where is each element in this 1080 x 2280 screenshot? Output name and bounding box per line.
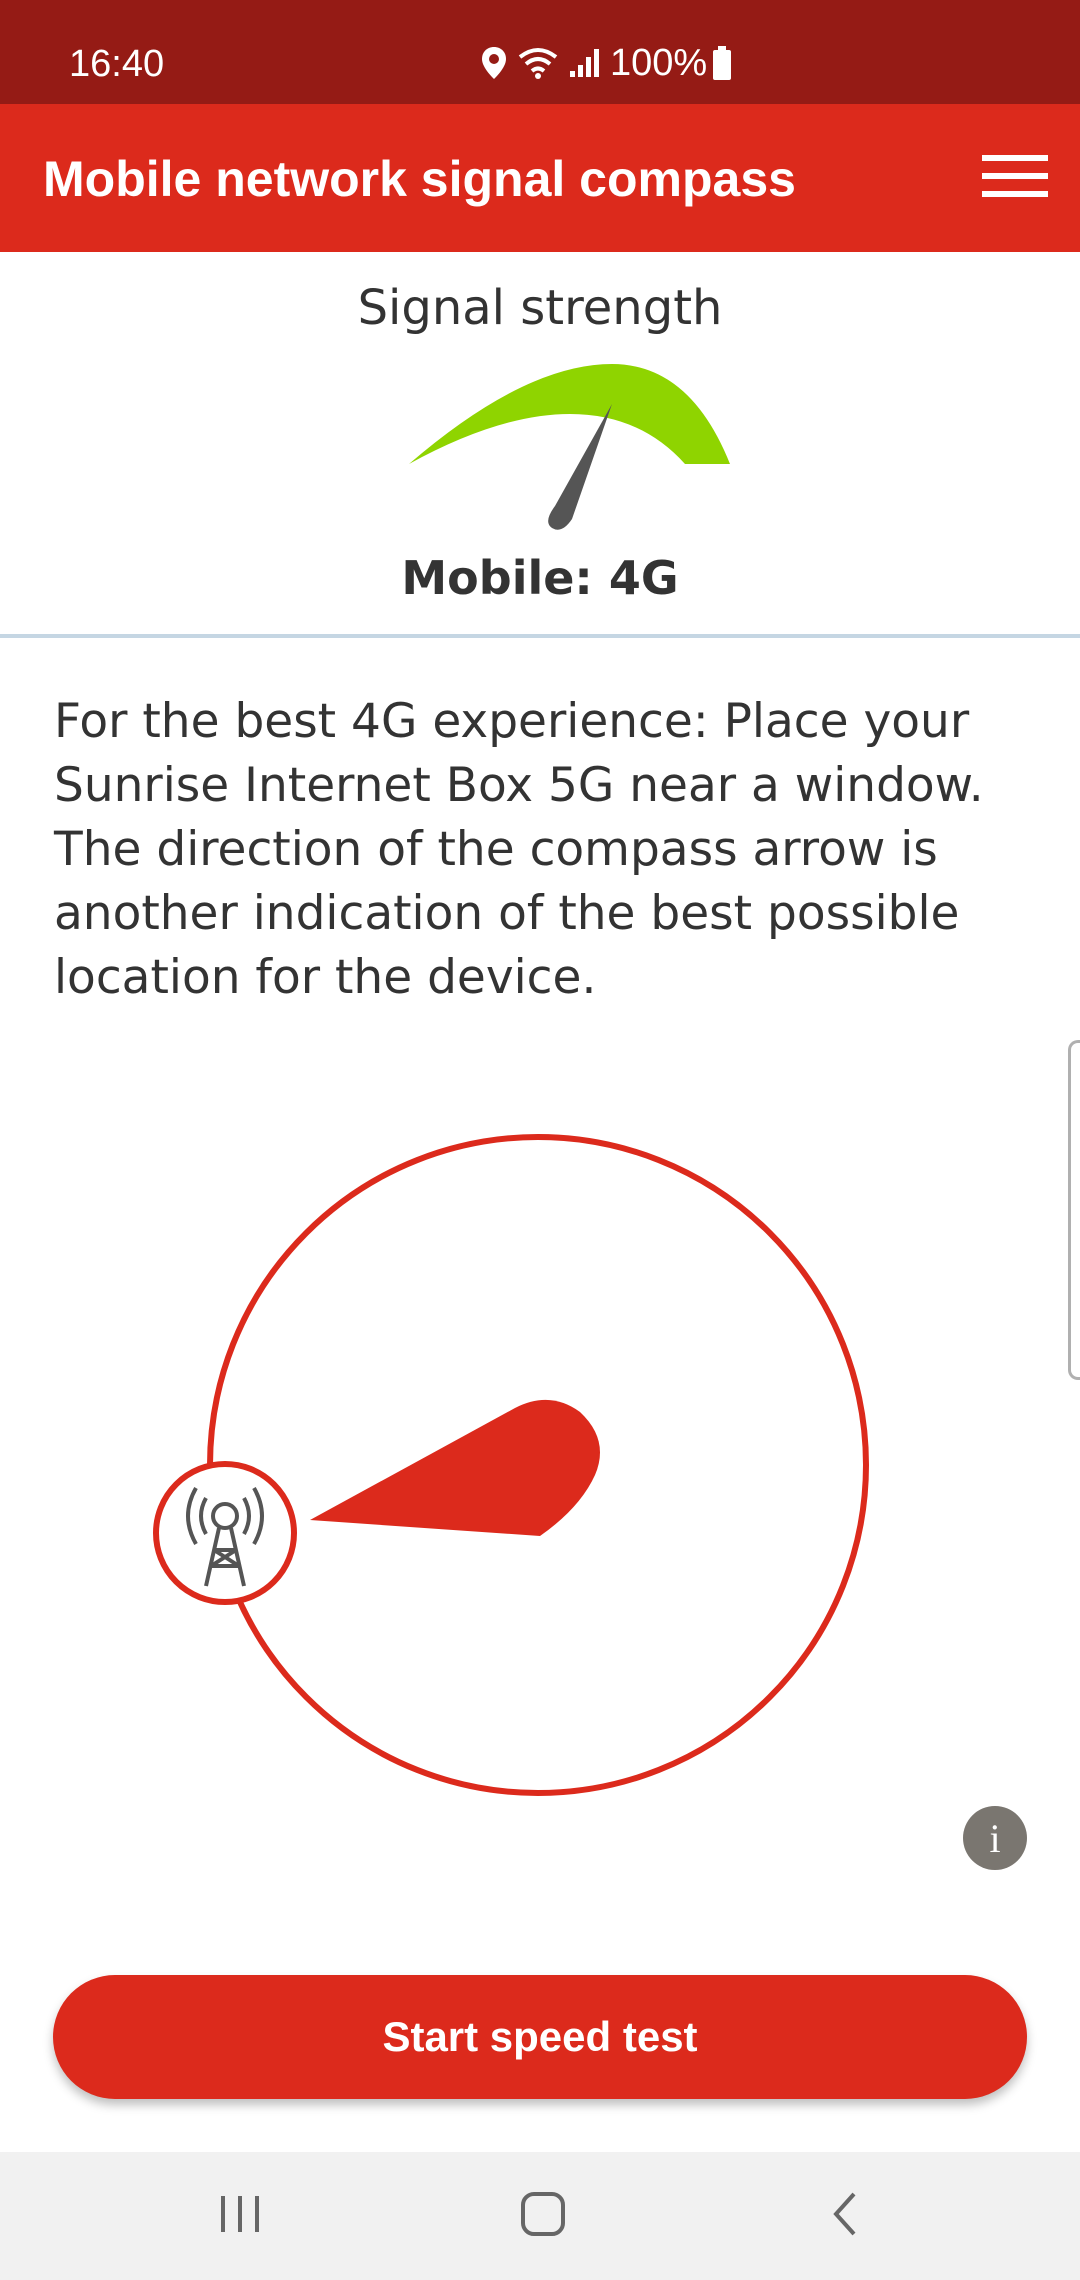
gauge-needle bbox=[548, 404, 612, 530]
location-icon bbox=[480, 45, 508, 81]
connection-type: Mobile: 4G bbox=[401, 551, 679, 605]
status-bar: 16:40 100% bbox=[0, 0, 1080, 104]
signal-compass bbox=[140, 1120, 880, 1824]
battery-icon bbox=[711, 45, 733, 81]
app-title: Mobile network signal compass bbox=[43, 151, 796, 207]
info-icon: i bbox=[989, 1815, 1001, 1861]
menu-button[interactable] bbox=[975, 148, 1055, 208]
cell-tower-marker bbox=[153, 1461, 297, 1605]
compass-arrow bbox=[310, 1399, 600, 1536]
signal-strength-panel: Signal strength Mobile: 4G bbox=[0, 252, 1080, 638]
recent-apps-button[interactable] bbox=[170, 2152, 310, 2280]
info-button[interactable]: i bbox=[963, 1806, 1027, 1870]
start-speed-test-button[interactable]: Start speed test bbox=[53, 1975, 1027, 2099]
app-bar: Mobile network signal compass bbox=[0, 104, 1080, 252]
battery-percentage: 100% bbox=[610, 41, 708, 84]
edge-panel-handle[interactable] bbox=[1068, 1040, 1080, 1380]
wifi-icon bbox=[516, 45, 560, 81]
signal-gauge bbox=[400, 354, 740, 548]
home-button[interactable] bbox=[473, 2152, 613, 2280]
instructions-text: For the best 4G experience: Place your S… bbox=[54, 694, 984, 1005]
recent-apps-icon bbox=[218, 2194, 262, 2238]
home-icon bbox=[520, 2191, 566, 2241]
status-time: 16:40 bbox=[69, 43, 165, 85]
system-navigation-bar bbox=[0, 2152, 1080, 2280]
signal-strength-label: Signal strength bbox=[357, 280, 723, 336]
gauge-arc bbox=[409, 364, 730, 464]
back-icon bbox=[830, 2191, 860, 2241]
back-button[interactable] bbox=[775, 2152, 915, 2280]
hamburger-menu-icon bbox=[982, 153, 1048, 203]
status-icons: 100% bbox=[480, 38, 741, 88]
cellular-signal-icon bbox=[568, 47, 602, 79]
